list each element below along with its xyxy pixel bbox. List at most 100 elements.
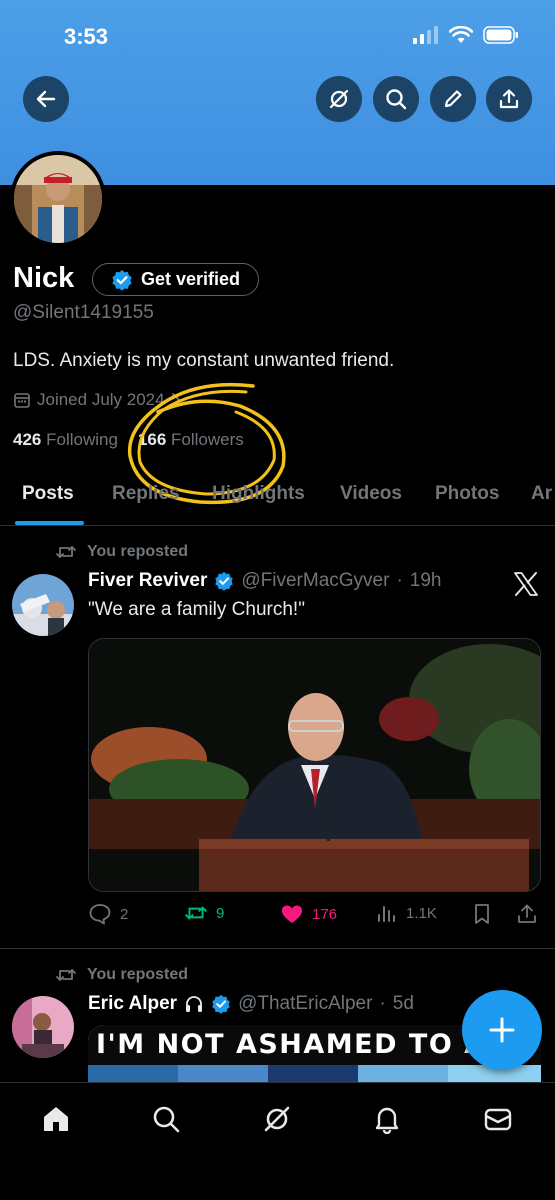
plus-icon bbox=[489, 1017, 515, 1043]
nav-grok[interactable] bbox=[259, 1101, 295, 1137]
status-icons bbox=[413, 26, 519, 44]
avatar-photo bbox=[14, 155, 102, 243]
tab-videos[interactable]: Videos bbox=[340, 483, 402, 505]
nav-search[interactable] bbox=[148, 1101, 184, 1137]
joined-label: Joined July 2024 bbox=[37, 390, 165, 409]
status-time: 3:53 bbox=[64, 24, 109, 49]
grok-icon bbox=[329, 89, 349, 109]
repost-indicator: You reposted bbox=[55, 966, 188, 984]
wifi-icon bbox=[449, 26, 473, 43]
verified-badge-icon bbox=[212, 994, 230, 1014]
post-separator: · bbox=[396, 570, 403, 591]
repost-indicator: You reposted bbox=[55, 543, 188, 561]
bookmark-button[interactable] bbox=[472, 903, 492, 925]
post-author-avatar[interactable] bbox=[12, 574, 74, 636]
reply-icon bbox=[89, 904, 111, 925]
post-media-image[interactable] bbox=[88, 638, 541, 892]
active-tab-indicator bbox=[15, 521, 84, 525]
followers-link[interactable]: 166 Followers bbox=[138, 430, 244, 450]
views-button[interactable]: 1.1K bbox=[376, 903, 437, 923]
grok-button[interactable] bbox=[316, 76, 362, 122]
views-count: 1.1K bbox=[406, 904, 437, 922]
post-author-handle: @ThatEricAlper bbox=[238, 993, 373, 1014]
verified-badge-icon bbox=[215, 571, 234, 591]
search-button[interactable] bbox=[373, 76, 419, 122]
share-icon bbox=[499, 89, 519, 109]
profile-bio: LDS. Anxiety is my constant unwanted fri… bbox=[13, 350, 395, 371]
home-icon bbox=[44, 1107, 68, 1131]
post-header: Fiver Reviver @FiverMacGyver · 19h bbox=[88, 570, 441, 592]
post-author-handle: @FiverMacGyver bbox=[241, 570, 390, 591]
headphones-icon bbox=[186, 996, 203, 1012]
followers-count: 166 bbox=[137, 430, 167, 449]
chevron-right-icon bbox=[171, 393, 180, 407]
tab-replies[interactable]: Replies bbox=[112, 483, 180, 505]
nav-notifications[interactable] bbox=[369, 1101, 405, 1137]
post-divider bbox=[0, 948, 555, 949]
get-verified-label: Get verified bbox=[140, 269, 241, 289]
following-link[interactable]: 426 Following bbox=[13, 430, 118, 450]
bottom-navigation bbox=[0, 1082, 555, 1200]
repost-label: You reposted bbox=[87, 543, 189, 560]
get-verified-button[interactable]: Get verified bbox=[92, 263, 259, 296]
tab-articles[interactable]: Ar bbox=[531, 483, 552, 505]
search-icon bbox=[386, 89, 407, 110]
repost-count: 9 bbox=[216, 904, 225, 922]
tab-highlights[interactable]: Highlights bbox=[212, 483, 305, 505]
reply-button[interactable]: 2 bbox=[88, 903, 128, 925]
like-button[interactable]: 176 bbox=[280, 903, 337, 925]
calendar-icon bbox=[14, 393, 30, 408]
repost-icon bbox=[185, 906, 207, 920]
post-time: 19h bbox=[409, 570, 442, 591]
profile-handle: @Silent1419155 bbox=[13, 302, 154, 323]
like-count: 176 bbox=[312, 905, 338, 923]
heart-icon bbox=[282, 905, 302, 923]
grok-icon bbox=[264, 1106, 290, 1132]
post-actions: 2 9 176 1.1K bbox=[88, 903, 543, 931]
post-header: Eric Alper @ThatEricAlper · 5d bbox=[88, 993, 414, 1015]
profile-avatar[interactable] bbox=[10, 151, 106, 247]
tab-photos[interactable]: Photos bbox=[435, 483, 499, 505]
followers-label: Followers bbox=[171, 430, 244, 449]
search-icon bbox=[153, 1106, 180, 1133]
post-author-name[interactable]: Fiver Reviver bbox=[88, 570, 207, 592]
bell-icon bbox=[375, 1107, 399, 1134]
post-time: 5d bbox=[392, 993, 414, 1014]
x-logo-icon bbox=[514, 572, 538, 596]
author-avatar-photo bbox=[12, 574, 74, 636]
share-button[interactable] bbox=[486, 76, 532, 122]
following-label: Following bbox=[46, 430, 118, 449]
profile-tabs: Posts Replies Highlights Videos Photos A… bbox=[0, 470, 555, 526]
share-icon bbox=[518, 904, 536, 923]
follow-stats: 426 Following 166 Followers bbox=[13, 430, 244, 450]
cellular-signal-icon bbox=[413, 26, 438, 44]
repost-icon bbox=[56, 546, 76, 558]
reply-count: 2 bbox=[120, 905, 129, 923]
nav-messages[interactable] bbox=[480, 1101, 516, 1137]
verified-badge-icon bbox=[112, 269, 132, 291]
edit-button[interactable] bbox=[430, 76, 476, 122]
back-button[interactable] bbox=[23, 76, 69, 122]
following-count: 426 bbox=[13, 430, 42, 449]
media-caption: I'M NOT ASHAMED TO AD bbox=[96, 1029, 511, 1060]
author-avatar-photo bbox=[12, 996, 74, 1058]
post-text: "We are a family Church!" bbox=[88, 599, 305, 620]
compose-post-button[interactable] bbox=[462, 990, 542, 1070]
battery-icon bbox=[483, 26, 518, 44]
pencil-icon bbox=[444, 90, 462, 108]
repost-icon bbox=[56, 969, 76, 981]
tab-posts[interactable]: Posts bbox=[22, 483, 74, 505]
post-author-avatar[interactable] bbox=[12, 996, 74, 1058]
repost-button[interactable]: 9 bbox=[184, 903, 224, 923]
post-author-name[interactable]: Eric Alper bbox=[88, 993, 177, 1015]
post-separator: · bbox=[379, 993, 386, 1014]
joined-date[interactable]: Joined July 2024 bbox=[13, 390, 181, 410]
arrow-left-icon bbox=[36, 90, 56, 108]
mail-icon bbox=[484, 1108, 512, 1131]
nav-home[interactable] bbox=[38, 1101, 74, 1137]
post-share-button[interactable] bbox=[516, 903, 538, 925]
speaker-photo bbox=[89, 639, 540, 891]
repost-label: You reposted bbox=[87, 966, 189, 983]
bookmark-icon bbox=[475, 904, 489, 924]
profile-name: Nick bbox=[13, 262, 75, 294]
